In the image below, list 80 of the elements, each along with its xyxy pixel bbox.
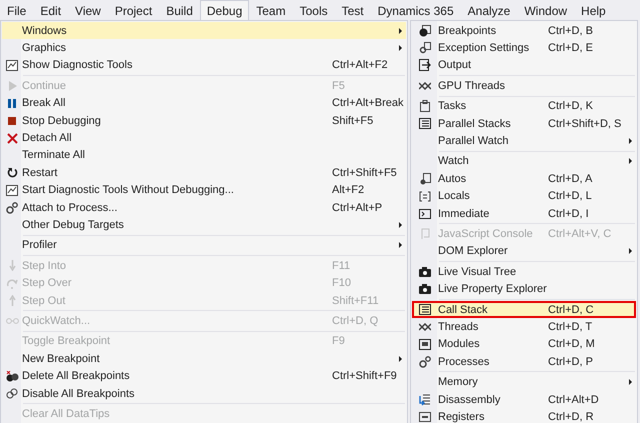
- curved-arrow-icon: [6, 278, 18, 289]
- glasses-icon: [6, 317, 18, 324]
- gears-icon: [6, 202, 18, 214]
- menu-item[interactable]: Profiler: [2, 236, 406, 254]
- menu-item[interactable]: Modules Ctrl+D, M: [412, 336, 636, 354]
- console-icon: [419, 208, 431, 219]
- breakpoints-icon: [6, 370, 18, 382]
- restart-icon: [6, 167, 18, 178]
- console-icon: [420, 228, 430, 240]
- menu-bar-item[interactable]: Test: [334, 0, 371, 20]
- menu-item[interactable]: Call Stack Ctrl+D, C: [412, 300, 636, 318]
- menu-bar-item[interactable]: Help: [574, 0, 613, 20]
- menu-item[interactable]: Registers Ctrl+D, R: [412, 408, 636, 423]
- clipboard-icon: [420, 100, 430, 112]
- list-icon: [419, 394, 431, 406]
- menu-bar-item[interactable]: Team: [249, 0, 293, 20]
- menu-item[interactable]: Threads Ctrl+D, T: [412, 318, 636, 336]
- menu-item[interactable]: Other Debug Targets: [2, 216, 406, 234]
- down-arrow-icon: [8, 260, 16, 272]
- menu-item[interactable]: Watch: [412, 152, 636, 170]
- list-icon: [419, 118, 431, 130]
- menu-bar-item[interactable]: Build: [159, 0, 200, 20]
- window-icon: [420, 172, 430, 185]
- chart-window-icon: [6, 60, 18, 71]
- menu-item[interactable]: Break All Ctrl+Alt+Break: [2, 94, 406, 112]
- menu-item[interactable]: Memory: [412, 373, 636, 391]
- arrow-box-icon: [419, 59, 431, 72]
- threads-icon: [419, 82, 431, 90]
- menu-item[interactable]: Output: [412, 56, 636, 74]
- menu-item[interactable]: Locals Ctrl+D, L: [412, 188, 636, 205]
- menu-bar-item[interactable]: Debug: [200, 0, 250, 20]
- chart-window-icon: [6, 184, 18, 196]
- menu-item[interactable]: Parallel Watch: [412, 132, 636, 150]
- circles-icon: [6, 388, 18, 399]
- menu-bar-item[interactable]: Tools: [292, 0, 335, 20]
- menu-item[interactable]: Processes Ctrl+D, P: [412, 353, 636, 370]
- menu-bar-item[interactable]: View: [68, 0, 108, 20]
- up-arrow-icon: [8, 295, 16, 306]
- close-icon: [6, 132, 18, 144]
- threads-icon: [419, 322, 431, 331]
- menu-item[interactable]: Restart Ctrl+Shift+F5: [2, 164, 406, 182]
- menu-bar-item[interactable]: File: [0, 0, 34, 20]
- menu-item[interactable]: Live Visual Tree: [412, 263, 636, 280]
- menu-bar-item[interactable]: Edit: [33, 0, 68, 20]
- menu-bar-item[interactable]: Project: [108, 0, 160, 20]
- menu-item[interactable]: Terminate All: [2, 146, 406, 164]
- list-icon: [419, 304, 431, 316]
- menu-item[interactable]: Graphics: [2, 39, 406, 57]
- menu-item[interactable]: New Breakpoint: [2, 350, 406, 368]
- menu-item[interactable]: Disassembly Ctrl+Alt+D: [412, 390, 636, 408]
- registers-icon: [419, 412, 431, 422]
- brackets-icon: [419, 190, 431, 202]
- camera-icon: [419, 284, 431, 294]
- menu-item[interactable]: Stop Debugging Shift+F5: [2, 112, 406, 130]
- menu-item[interactable]: Attach to Process... Ctrl+Alt+P: [2, 198, 406, 216]
- menu-item[interactable]: Show Diagnostic Tools Ctrl+Alt+F2: [2, 56, 406, 74]
- menu-item[interactable]: Live Property Explorer: [412, 280, 636, 298]
- camera-icon: [419, 266, 431, 277]
- menu-item[interactable]: Delete All Breakpoints Ctrl+Shift+F9: [2, 367, 406, 385]
- breakpoint-window-icon: [419, 24, 431, 37]
- menu-item[interactable]: Detach All: [2, 129, 406, 147]
- menu-item[interactable]: Disable All Breakpoints: [2, 384, 406, 402]
- menu-bar-item[interactable]: Dynamics 365: [370, 0, 461, 20]
- pause-icon: [8, 98, 16, 108]
- menu-item[interactable]: Immediate Ctrl+D, I: [412, 204, 636, 222]
- menu-item[interactable]: Windows: [2, 22, 406, 40]
- menu-item[interactable]: Breakpoints Ctrl+D, B: [412, 22, 636, 40]
- menu-item[interactable]: Parallel Stacks Ctrl+Shift+D, S: [412, 114, 636, 132]
- gears-icon: [419, 356, 431, 368]
- menu-item[interactable]: Tasks Ctrl+D, K: [412, 98, 636, 115]
- window-icon: [419, 338, 431, 350]
- menu-item[interactable]: GPU Threads: [412, 77, 636, 95]
- menu-item[interactable]: Autos Ctrl+D, A: [412, 170, 636, 188]
- menu-item[interactable]: Exception Settings Ctrl+D, E: [412, 39, 636, 57]
- play-icon: [8, 80, 16, 91]
- menu-item[interactable]: Start Diagnostic Tools Without Debugging... Alt+F2: [2, 182, 406, 199]
- menu-bar-item[interactable]: Analyze: [460, 0, 518, 20]
- gear-window-icon: [419, 42, 431, 54]
- menu-bar-item[interactable]: Window: [517, 0, 574, 20]
- menu-item[interactable]: DOM Explorer: [412, 242, 636, 260]
